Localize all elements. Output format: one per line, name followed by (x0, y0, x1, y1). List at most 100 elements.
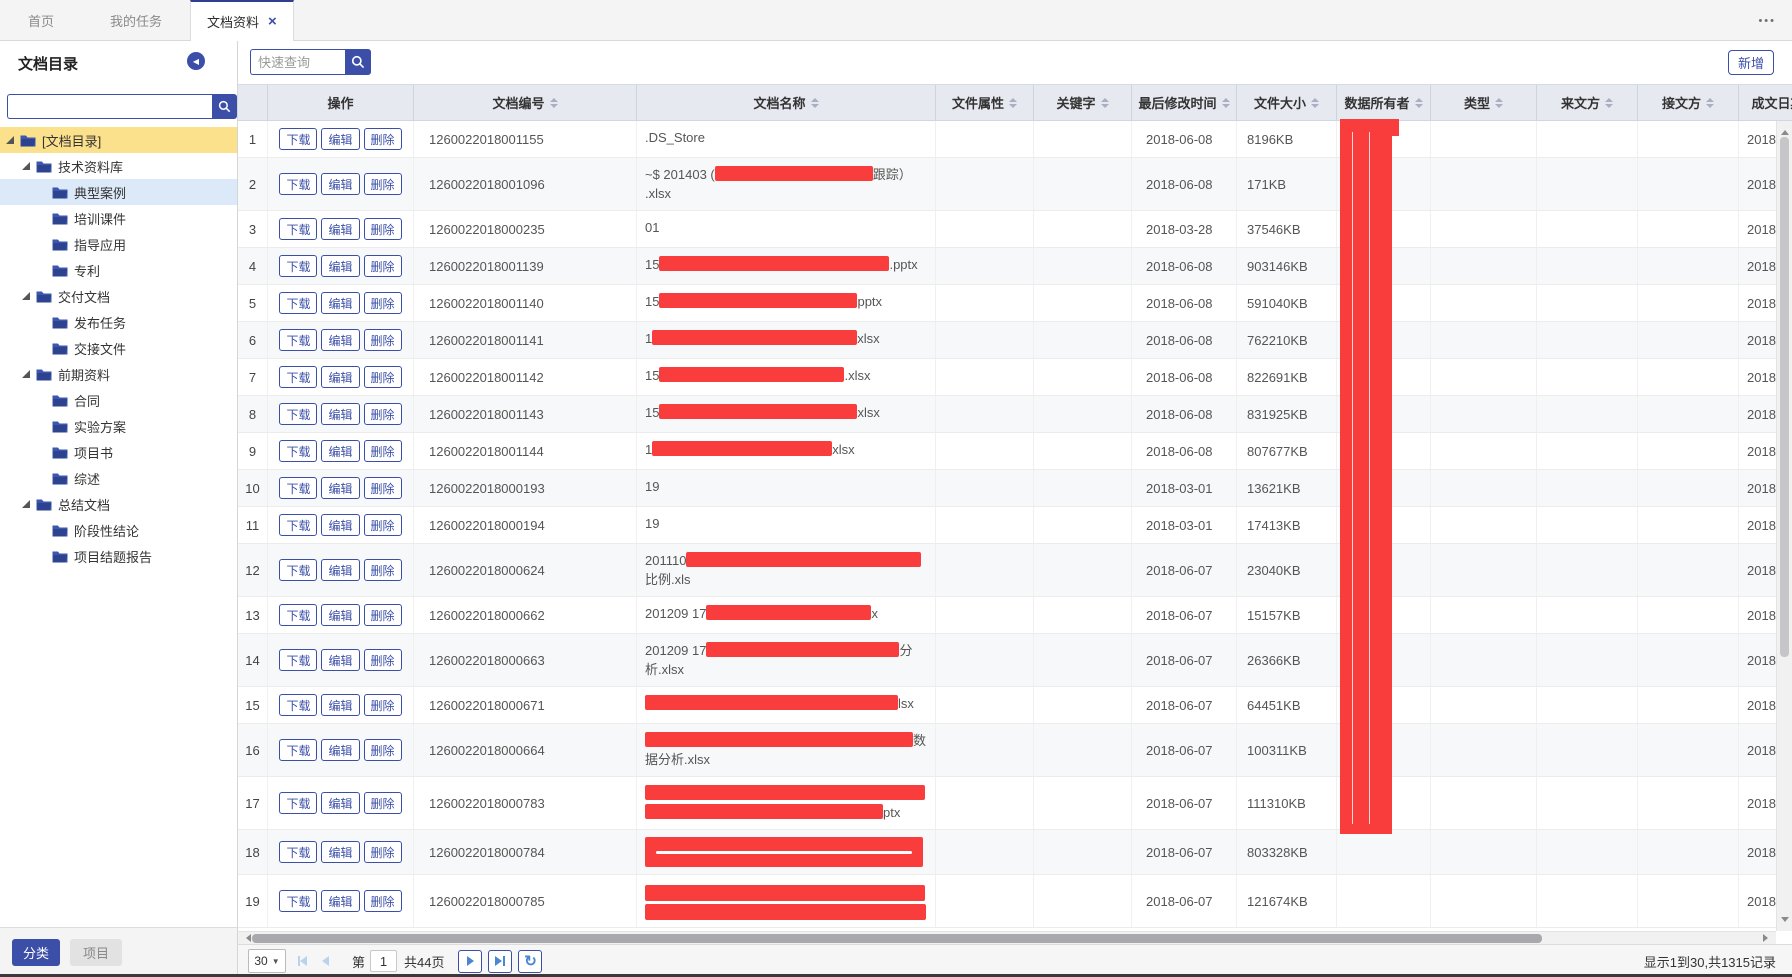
scroll-right-icon[interactable] (1763, 934, 1772, 942)
sidebar-search-input[interactable] (7, 94, 212, 119)
edit-button[interactable]: 编辑 (321, 173, 359, 195)
download-button[interactable]: 下载 (279, 440, 317, 462)
quick-search-button[interactable] (345, 49, 371, 75)
edit-button[interactable]: 编辑 (321, 440, 359, 462)
download-button[interactable]: 下载 (279, 890, 317, 912)
sidebar-collapse-button[interactable]: ◀ (187, 52, 205, 70)
expand-caret-icon[interactable] (22, 370, 30, 378)
scroll-left-icon[interactable] (242, 934, 251, 942)
edit-button[interactable]: 编辑 (321, 649, 359, 671)
sidebar-search-button[interactable] (212, 94, 237, 119)
delete-button[interactable]: 删除 (364, 292, 402, 314)
tree-item[interactable]: 交接文件 (0, 335, 237, 361)
download-button[interactable]: 下载 (279, 329, 317, 351)
delete-button[interactable]: 删除 (364, 255, 402, 277)
delete-button[interactable]: 删除 (364, 173, 402, 195)
last-page-button[interactable] (488, 950, 512, 973)
horizontal-scrollbar-thumb[interactable] (252, 934, 1542, 943)
edit-button[interactable]: 编辑 (321, 366, 359, 388)
download-button[interactable]: 下载 (279, 604, 317, 626)
tree-item[interactable]: 技术资料库 (0, 153, 237, 179)
delete-button[interactable]: 删除 (364, 604, 402, 626)
download-button[interactable]: 下载 (279, 255, 317, 277)
edit-button[interactable]: 编辑 (321, 255, 359, 277)
refresh-button[interactable]: ↻ (518, 950, 542, 973)
edit-button[interactable]: 编辑 (321, 403, 359, 425)
column-header-date[interactable]: 成文日期 (1739, 85, 1792, 120)
delete-button[interactable]: 删除 (364, 366, 402, 388)
expand-caret-icon[interactable] (22, 162, 30, 170)
tree-item[interactable]: 前期资料 (0, 361, 237, 387)
edit-button[interactable]: 编辑 (321, 329, 359, 351)
column-header-modified[interactable]: 最后修改时间 (1132, 85, 1237, 120)
tab-home[interactable]: 首页 (0, 0, 82, 40)
page-number-input[interactable] (370, 950, 397, 972)
delete-button[interactable]: 删除 (364, 514, 402, 536)
download-button[interactable]: 下载 (279, 173, 317, 195)
column-header-doc-id[interactable]: 文档编号 (414, 85, 637, 120)
delete-button[interactable]: 删除 (364, 792, 402, 814)
tree-item[interactable]: 培训课件 (0, 205, 237, 231)
classify-tab-button[interactable]: 分类 (12, 939, 60, 966)
tree-item[interactable]: 项目结题报告 (0, 543, 237, 569)
edit-button[interactable]: 编辑 (321, 514, 359, 536)
download-button[interactable]: 下载 (279, 218, 317, 240)
tree-item[interactable]: 综述 (0, 465, 237, 491)
tree-item[interactable]: [文档目录] (0, 127, 237, 153)
download-button[interactable]: 下载 (279, 739, 317, 761)
delete-button[interactable]: 删除 (364, 694, 402, 716)
delete-button[interactable]: 删除 (364, 403, 402, 425)
edit-button[interactable]: 编辑 (321, 477, 359, 499)
tree-item[interactable]: 专利 (0, 257, 237, 283)
download-button[interactable]: 下载 (279, 403, 317, 425)
edit-button[interactable]: 编辑 (321, 841, 359, 863)
page-size-select[interactable]: 30 ▼ (248, 949, 286, 973)
prev-page-button[interactable] (318, 950, 332, 972)
scroll-up-icon[interactable] (1781, 126, 1789, 135)
tree-item[interactable]: 阶段性结论 (0, 517, 237, 543)
tree-item[interactable]: 指导应用 (0, 231, 237, 257)
expand-caret-icon[interactable] (22, 292, 30, 300)
edit-button[interactable]: 编辑 (321, 559, 359, 581)
vertical-scrollbar[interactable] (1776, 121, 1792, 931)
delete-button[interactable]: 删除 (364, 559, 402, 581)
tree-item[interactable]: 合同 (0, 387, 237, 413)
tree-item[interactable]: 典型案例 (0, 179, 237, 205)
tree-item[interactable]: 交付文档 (0, 283, 237, 309)
column-header-owner[interactable]: 数据所有者 (1337, 85, 1431, 120)
next-page-button[interactable] (458, 950, 482, 973)
download-button[interactable]: 下载 (279, 559, 317, 581)
delete-button[interactable]: 删除 (364, 739, 402, 761)
delete-button[interactable]: 删除 (364, 477, 402, 499)
column-header-type[interactable]: 类型 (1431, 85, 1537, 120)
tree-item[interactable]: 项目书 (0, 439, 237, 465)
delete-button[interactable]: 删除 (364, 890, 402, 912)
horizontal-scrollbar[interactable] (238, 931, 1776, 944)
expand-caret-icon[interactable] (22, 500, 30, 508)
vertical-scrollbar-thumb[interactable] (1780, 137, 1789, 657)
delete-button[interactable]: 删除 (364, 841, 402, 863)
delete-button[interactable]: 删除 (364, 329, 402, 351)
edit-button[interactable]: 编辑 (321, 128, 359, 150)
edit-button[interactable]: 编辑 (321, 792, 359, 814)
download-button[interactable]: 下载 (279, 792, 317, 814)
column-header-keyword[interactable]: 关键字 (1034, 85, 1132, 120)
download-button[interactable]: 下载 (279, 649, 317, 671)
scroll-down-icon[interactable] (1781, 917, 1789, 926)
project-tab-button[interactable]: 项目 (70, 939, 122, 966)
edit-button[interactable]: 编辑 (321, 694, 359, 716)
tree-item[interactable]: 实验方案 (0, 413, 237, 439)
download-button[interactable]: 下载 (279, 841, 317, 863)
column-header-file-attr[interactable]: 文件属性 (936, 85, 1034, 120)
column-header-size[interactable]: 文件大小 (1237, 85, 1337, 120)
download-button[interactable]: 下载 (279, 366, 317, 388)
tree-item[interactable]: 发布任务 (0, 309, 237, 335)
edit-button[interactable]: 编辑 (321, 218, 359, 240)
more-menu-icon[interactable]: ••• (1752, 0, 1782, 41)
column-header-to[interactable]: 接文方 (1638, 85, 1739, 120)
edit-button[interactable]: 编辑 (321, 739, 359, 761)
column-header-doc-name[interactable]: 文档名称 (637, 85, 936, 120)
tab-document-data[interactable]: 文档资料 × (190, 0, 294, 41)
delete-button[interactable]: 删除 (364, 128, 402, 150)
tab-my-tasks[interactable]: 我的任务 (82, 0, 190, 40)
